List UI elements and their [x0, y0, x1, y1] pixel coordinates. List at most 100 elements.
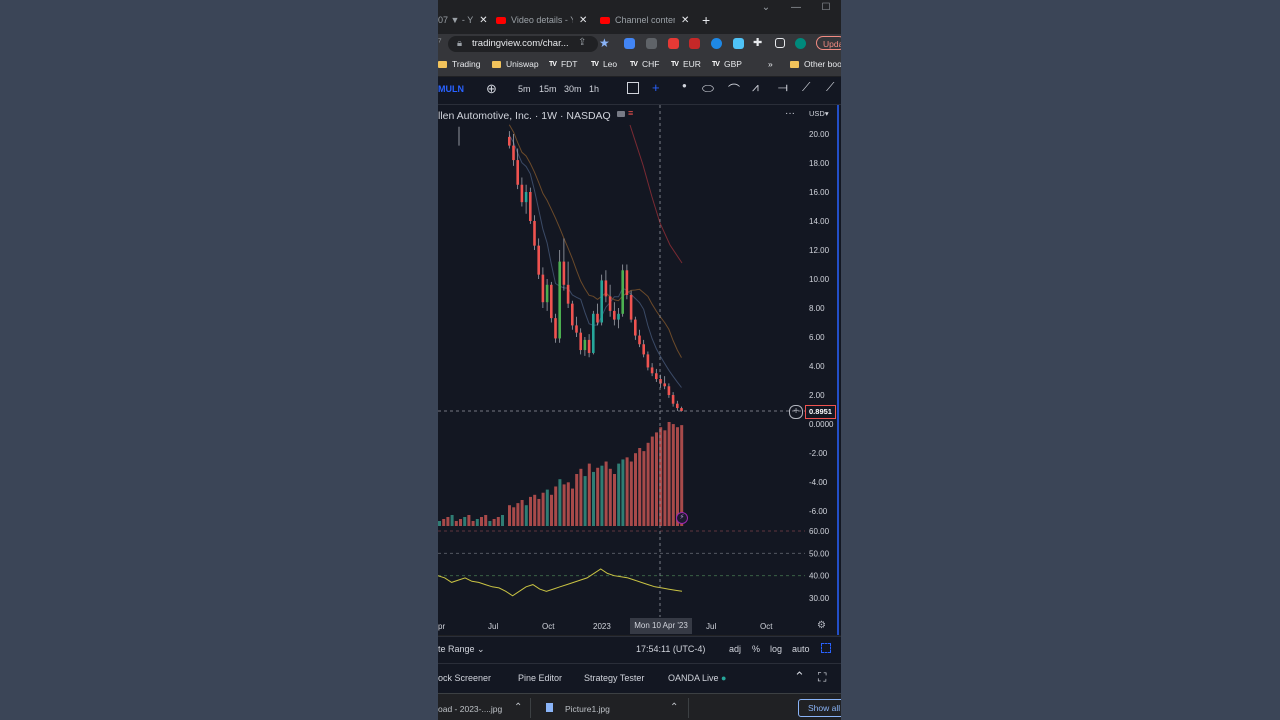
- reload-icon[interactable]: ⁷: [438, 37, 442, 48]
- bookmark-trading[interactable]: Trading: [438, 59, 481, 69]
- curve-icon[interactable]: ⌒: [728, 81, 740, 98]
- extension-icon[interactable]: [624, 38, 635, 49]
- path-icon[interactable]: ⩘: [752, 80, 759, 95]
- maximize-icon[interactable]: ☐: [814, 2, 838, 20]
- interval-5m[interactable]: 5m: [518, 84, 531, 94]
- close-icon[interactable]: ✕: [479, 15, 487, 26]
- share-icon[interactable]: ⇪: [578, 37, 586, 48]
- show-all-button[interactable]: Show all: [798, 699, 841, 717]
- bookmark-eur[interactable]: TV EUR: [671, 59, 701, 69]
- folder-icon: [438, 60, 447, 68]
- symbol-search[interactable]: MULN: [438, 84, 464, 94]
- chevron-down-icon[interactable]: ⌄: [754, 2, 778, 20]
- update-button[interactable]: Upda: [816, 36, 841, 50]
- add-alert-icon[interactable]: +: [789, 405, 803, 419]
- price-marker: 0.8951: [805, 405, 836, 419]
- dot-icon[interactable]: ●: [682, 81, 687, 90]
- more-options-icon[interactable]: ···: [785, 108, 795, 119]
- trend-line-icon[interactable]: ⟋: [802, 80, 810, 95]
- bookmark-gbp[interactable]: TV GBP: [712, 59, 742, 69]
- candle-body: [600, 280, 603, 323]
- star-icon[interactable]: ★: [599, 36, 610, 50]
- bookmark-chf[interactable]: TV CHF: [630, 59, 659, 69]
- avatar[interactable]: [795, 38, 806, 49]
- legend-toggle-icon[interactable]: [617, 111, 625, 117]
- download-item[interactable]: oad - 2023-....jpg: [438, 704, 502, 714]
- tab-stock-screener[interactable]: ock Screener: [438, 673, 491, 683]
- new-tab-button[interactable]: +: [702, 7, 716, 33]
- horizontal-ray-icon[interactable]: ⟞: [778, 80, 788, 95]
- compare-icon[interactable]: ⊕: [486, 81, 497, 97]
- extension-icon[interactable]: [668, 38, 679, 49]
- download-item[interactable]: Picture1.jpg: [565, 704, 610, 714]
- divider: [688, 698, 689, 718]
- auto-toggle[interactable]: auto: [792, 644, 810, 654]
- maximize-panel-icon[interactable]: ⛶: [818, 670, 826, 685]
- currency-label: USD: [809, 109, 825, 118]
- currency-select[interactable]: USD▾: [809, 109, 829, 118]
- log-toggle[interactable]: log: [770, 644, 782, 654]
- fullscreen-icon[interactable]: [821, 643, 831, 653]
- lightning-icon[interactable]: ⚡︎: [676, 512, 688, 524]
- tab-youtube-1[interactable]: 07 ▼ - Y ✕: [438, 7, 488, 33]
- chart-area[interactable]: 20.00 18.00 16.00 14.00 12.00 10.00 8.00 6.00 4.…: [438, 105, 841, 635]
- bookmark-other[interactable]: Other boo: [790, 59, 841, 69]
- more-bookmarks-button[interactable]: »: [768, 59, 773, 69]
- volume-bar: [566, 482, 570, 526]
- divider: [530, 698, 531, 718]
- minimize-icon[interactable]: —: [784, 2, 808, 20]
- volume-bars: [438, 422, 684, 526]
- tab-label: Video details - Yo: [511, 15, 573, 25]
- clock-time[interactable]: 17:54:11 (UTC-4): [636, 644, 705, 654]
- candle-body: [571, 303, 574, 326]
- volume-bar: [558, 479, 562, 526]
- tab-channel-content[interactable]: Channel content ✕: [600, 7, 700, 33]
- candle-body: [663, 383, 666, 387]
- time-tick-label: pr: [438, 622, 445, 631]
- volume-bar: [617, 463, 621, 526]
- puzzle-icon[interactable]: ✚: [753, 36, 762, 49]
- chevron-up-icon[interactable]: ⌃: [794, 669, 805, 685]
- sidebar-icon[interactable]: [775, 38, 785, 48]
- settings-icon[interactable]: ⚙︎: [817, 620, 826, 631]
- interval-30m[interactable]: 30m: [564, 84, 582, 94]
- download-bar: oad - 2023-....jpg ⌃ Picture1.jpg ⌃ Show…: [438, 693, 841, 720]
- bookmark-uniswap[interactable]: Uniswap: [492, 59, 539, 69]
- rsi-tick-label: 40.00: [809, 572, 830, 581]
- url-field[interactable]: 🔒︎ tradingview.com/char...: [448, 36, 598, 52]
- volume-bar: [680, 425, 684, 526]
- interval-1h[interactable]: 1h: [589, 84, 599, 94]
- candle-body: [613, 310, 616, 320]
- tab-video-details[interactable]: Video details - Yo ✕: [496, 7, 596, 33]
- crosshair-date-label: Mon 10 Apr '23: [630, 618, 692, 634]
- bookmark-leo[interactable]: TV Leo: [591, 59, 617, 69]
- extension-icon[interactable]: [711, 38, 722, 49]
- tab-oanda-live[interactable]: OANDA Live ●: [668, 673, 726, 683]
- adjust-toggle[interactable]: adj: [729, 644, 741, 654]
- extension-icon[interactable]: [733, 38, 744, 49]
- date-range-button[interactable]: te Range ⌄: [438, 644, 485, 655]
- tradingview-icon: TV: [549, 60, 557, 68]
- bookmark-label: Other boo: [804, 59, 841, 69]
- bookmark-fdt[interactable]: TV FDT: [549, 59, 577, 69]
- brush-icon[interactable]: ⟋: [826, 80, 834, 95]
- crosshair-icon[interactable]: +: [652, 80, 660, 95]
- extension-icon[interactable]: [689, 38, 700, 49]
- tab-strategy-tester[interactable]: Strategy Tester: [584, 673, 644, 683]
- volume-bar: [575, 474, 579, 526]
- close-icon[interactable]: ✕: [681, 15, 689, 26]
- percent-toggle[interactable]: %: [752, 644, 760, 654]
- chevron-up-icon[interactable]: ⌃: [514, 702, 522, 713]
- volume-bar: [621, 459, 625, 526]
- candle-body: [508, 136, 511, 146]
- chevron-up-icon[interactable]: ⌃: [670, 702, 678, 713]
- shape-icon[interactable]: ⬭: [702, 80, 714, 97]
- extension-icon[interactable]: [646, 38, 657, 49]
- tab-pine-editor[interactable]: Pine Editor: [518, 673, 562, 683]
- candle-body: [537, 245, 540, 275]
- price-tick-label: 4.00: [809, 362, 825, 371]
- menu-icon[interactable]: ≡: [628, 108, 633, 118]
- interval-15m[interactable]: 15m: [539, 84, 557, 94]
- close-icon[interactable]: ✕: [579, 15, 587, 26]
- select-icon[interactable]: [627, 82, 639, 94]
